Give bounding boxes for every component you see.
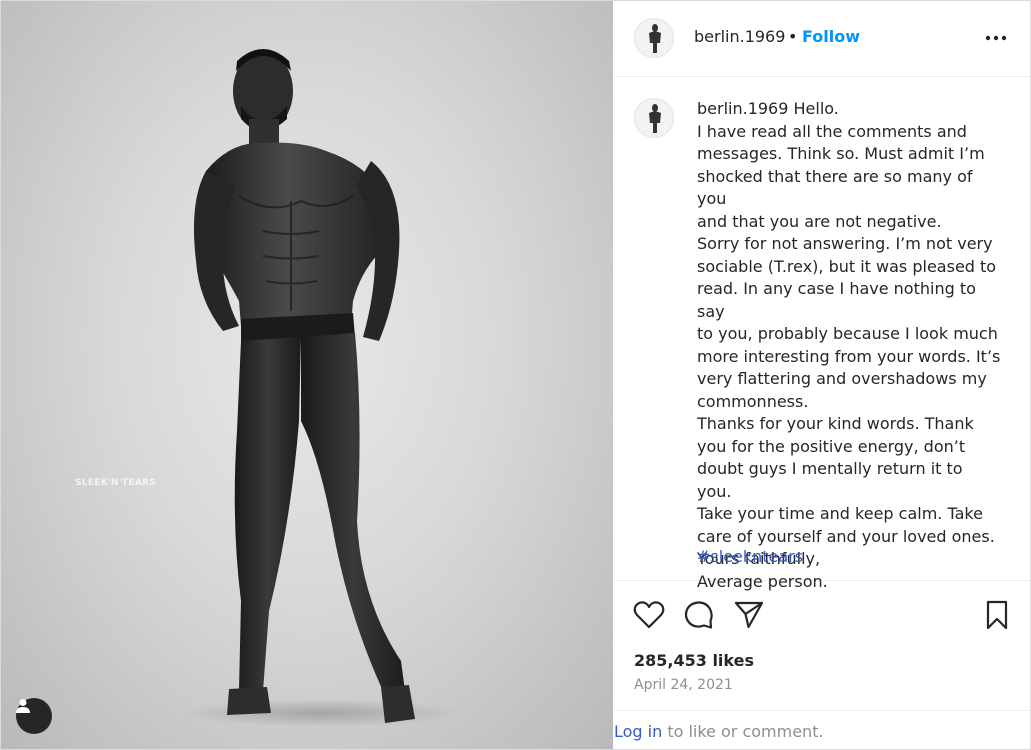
action-bar (614, 581, 1030, 641)
likes-count[interactable]: 285,453 likes (634, 651, 754, 670)
avatar-image (635, 19, 673, 57)
header-username-link[interactable]: berlin.1969 (694, 27, 785, 46)
caption-avatar[interactable] (634, 98, 674, 138)
caption-username-link[interactable]: berlin.1969 (697, 99, 788, 118)
follow-button[interactable]: Follow (802, 27, 860, 46)
bookmark-icon (986, 600, 1008, 630)
comment-button[interactable] (682, 598, 716, 632)
login-link[interactable]: Log in (614, 722, 662, 741)
avatar[interactable] (634, 18, 674, 58)
like-button[interactable] (632, 598, 666, 632)
login-prompt-text: to like or comment. (662, 722, 824, 741)
separator-dot: • (788, 27, 798, 46)
avatar-image (635, 99, 673, 137)
more-options-button[interactable] (982, 25, 1010, 51)
share-icon (734, 601, 764, 629)
photo-watermark: SLEEK'N'TEARS (75, 478, 157, 488)
save-button[interactable] (980, 598, 1014, 632)
more-horizontal-icon (985, 35, 1007, 41)
caption-body: Hello. I have read all the comments and … (697, 99, 1001, 591)
hashtag-link[interactable]: #sleekntears (697, 547, 803, 566)
caption-text: berlin.1969 Hello. I have read all the c… (697, 98, 1002, 593)
share-button[interactable] (732, 598, 766, 632)
heart-icon (633, 601, 665, 629)
comment-icon (684, 601, 713, 629)
post-photo[interactable]: SLEEK'N'TEARS (1, 1, 613, 749)
user-icon (16, 699, 30, 713)
tagged-user-button[interactable] (16, 698, 52, 734)
post-date[interactable]: April 24, 2021 (634, 677, 733, 693)
caption-section: berlin.1969 Hello. I have read all the c… (614, 77, 1030, 591)
photo-figure (181, 49, 461, 727)
post-sidebar: berlin.1969 • Follow berlin.1969 Hello. … (614, 1, 1030, 749)
post-header: berlin.1969 • Follow (614, 1, 1030, 77)
login-prompt: Log in to like or comment. (614, 710, 1030, 750)
